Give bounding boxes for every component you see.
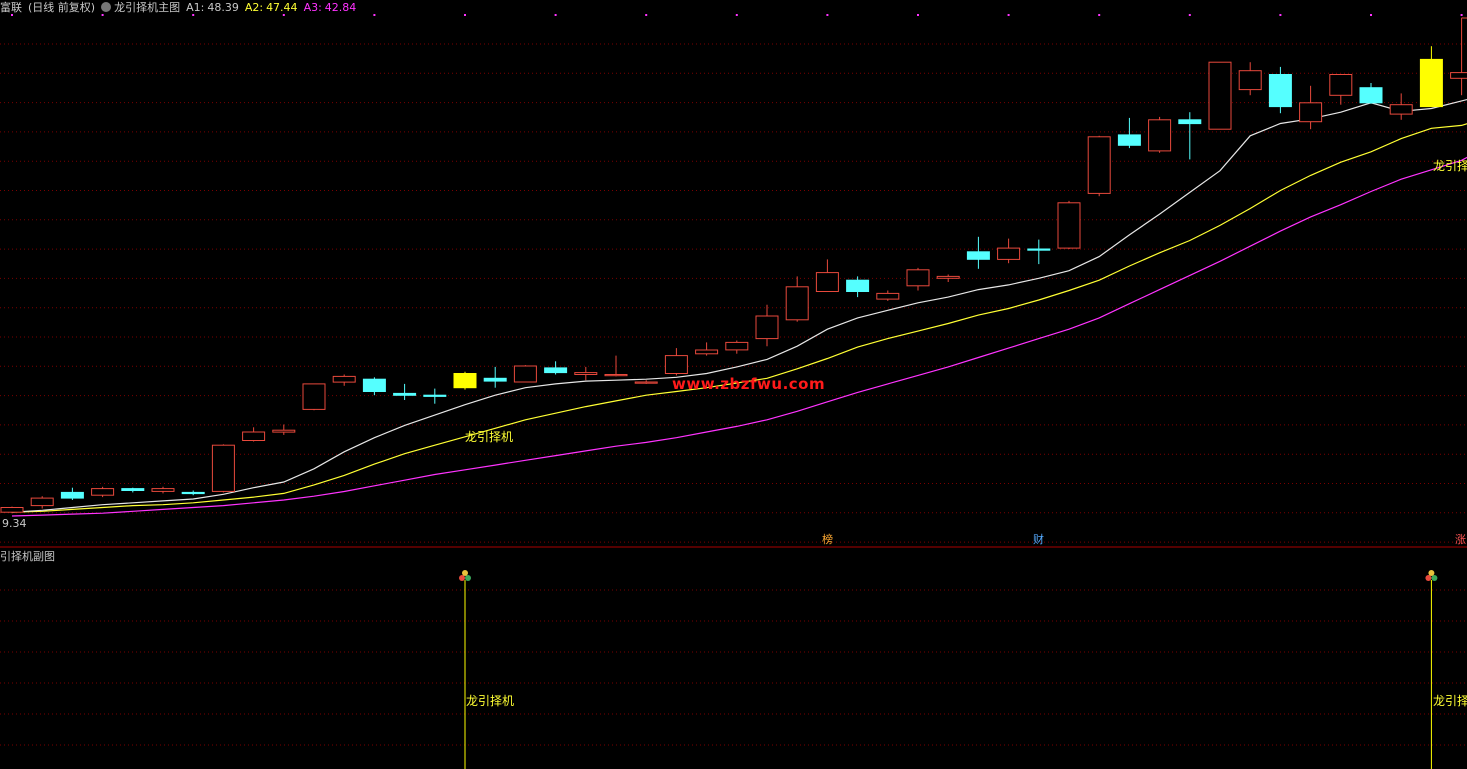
- event-badge-limit-up[interactable]: 涨: [1453, 533, 1467, 546]
- period-label[interactable]: (日线 前复权): [28, 1, 95, 14]
- signal-marker-icon: [1428, 570, 1435, 576]
- candle-body: [544, 367, 568, 374]
- candle-body: [634, 381, 658, 384]
- signal-label-sub-1: 龙引择机: [466, 694, 515, 708]
- watermark: www.zbzfwu.com: [672, 375, 826, 393]
- signal-marker-icon: [459, 575, 465, 581]
- indicator-name[interactable]: 龙引择机主图: [114, 1, 180, 14]
- candle-body: [121, 488, 145, 492]
- signal-label-main-2: 龙引择机: [1433, 159, 1467, 173]
- candle-body: [60, 491, 84, 499]
- candle-body: [1178, 119, 1202, 125]
- candle-body: [755, 315, 779, 340]
- candle-body: [332, 375, 356, 383]
- stock-name[interactable]: 富联: [0, 1, 22, 14]
- signal-candle: [453, 373, 477, 389]
- candle-body: [1117, 134, 1141, 146]
- candle-body: [30, 497, 54, 507]
- candle-body: [1299, 102, 1323, 123]
- candle-body: [513, 365, 537, 383]
- top-marker: [1370, 14, 1372, 16]
- candle-body: [997, 247, 1021, 260]
- candle-body: [1087, 136, 1111, 194]
- candle-body: [906, 269, 930, 287]
- top-marker: [735, 14, 738, 16]
- candle-body: [362, 378, 386, 393]
- candle-body: [725, 341, 749, 351]
- ma2-readout: A2: 47.44: [244, 1, 298, 14]
- signal-label-main-1: 龙引择机: [465, 430, 514, 444]
- candle-body: [272, 429, 296, 433]
- top-marker: [1460, 14, 1463, 16]
- candle-body: [936, 275, 960, 279]
- candle-body: [695, 349, 719, 355]
- ma1-readout: A1: 48.39: [186, 1, 239, 14]
- candle-body: [1057, 202, 1081, 249]
- candle-body: [211, 444, 235, 492]
- candle-body: [1450, 72, 1467, 79]
- top-marker: [1007, 14, 1010, 16]
- candle-body: [1359, 87, 1383, 104]
- signal-marker-icon: [465, 575, 471, 581]
- candle-body: [1238, 70, 1262, 91]
- top-marker: [464, 14, 466, 16]
- candle-body: [302, 383, 326, 410]
- signal-marker-icon: [1431, 575, 1438, 581]
- chart-header: 富联 (日线 前复权) 龙引择机主图 A1: 48.39 A2: 47.44 A3: 42.84: [0, 0, 362, 16]
- price-axis-label: 9.34: [2, 517, 27, 530]
- candle-body: [1268, 74, 1292, 108]
- top-marker: [645, 14, 648, 16]
- sub-panel-title: 引择机副图: [0, 550, 55, 563]
- candle-body: [664, 355, 688, 375]
- top-marker: [1188, 14, 1191, 16]
- event-badge-list[interactable]: 榜: [820, 533, 835, 546]
- candle-body: [151, 488, 175, 492]
- candle-body: [91, 488, 115, 496]
- candle-body: [0, 507, 24, 513]
- signal-candle: [1419, 58, 1443, 108]
- top-marker: [554, 14, 557, 16]
- candle-body: [604, 374, 628, 377]
- signal-marker-icon: [462, 570, 468, 576]
- candle-body: [1027, 248, 1051, 251]
- candle-body: [846, 279, 870, 293]
- candle-body: [242, 431, 266, 441]
- top-marker: [1098, 14, 1101, 16]
- settings-icon[interactable]: [101, 2, 112, 12]
- candle-body: [876, 292, 900, 300]
- candle-body: [423, 394, 447, 397]
- top-marker: [1279, 14, 1282, 16]
- candle-body: [393, 392, 417, 396]
- candle-body: [181, 491, 205, 495]
- ma3-readout: A3: 42.84: [303, 1, 357, 14]
- top-marker: [917, 14, 919, 16]
- event-badge-finance[interactable]: 财: [1031, 533, 1046, 546]
- top-marker: [826, 14, 829, 16]
- candle-body: [966, 251, 990, 260]
- signal-label-sub-2: 龙引择机: [1433, 694, 1467, 708]
- candle-body: [483, 377, 507, 382]
- candle-body: [1329, 74, 1353, 96]
- candle-body: [574, 372, 598, 376]
- top-marker: [373, 14, 376, 16]
- candle-body: [1389, 104, 1413, 115]
- candle-body: [815, 272, 839, 293]
- candle-body: [1208, 61, 1232, 130]
- signal-marker-icon: [1425, 575, 1432, 581]
- candle-body: [785, 286, 809, 321]
- candle-body: [1148, 119, 1172, 152]
